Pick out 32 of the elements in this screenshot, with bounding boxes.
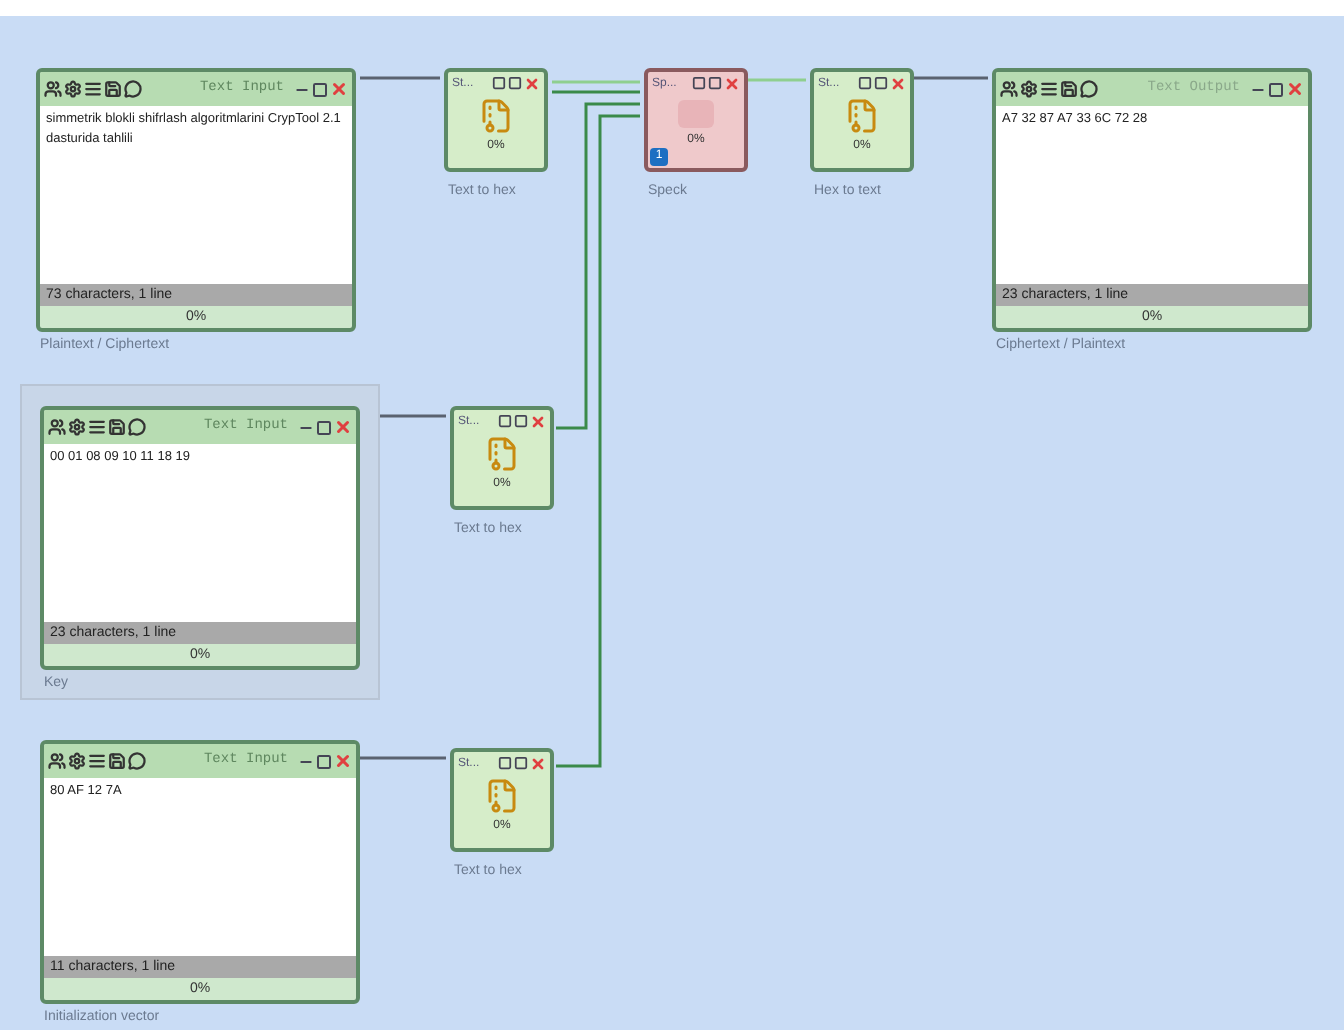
maximize-icon[interactable]: [1268, 81, 1284, 97]
settings-icon[interactable]: [64, 80, 82, 98]
file-icon: [844, 98, 880, 134]
connector-line: [360, 76, 440, 80]
close-icon[interactable]: [890, 75, 906, 91]
file-icon: [478, 98, 514, 134]
settings-icon[interactable]: [68, 418, 86, 436]
close-icon[interactable]: [724, 75, 740, 91]
close-icon[interactable]: [524, 75, 540, 91]
maximize-icon[interactable]: [316, 419, 332, 435]
file-icon: [484, 778, 520, 814]
maximize-icon[interactable]: [692, 76, 706, 90]
connector-line: [914, 76, 988, 80]
settings-icon[interactable]: [68, 752, 86, 770]
close-icon[interactable]: [334, 418, 352, 436]
close-icon[interactable]: [1286, 80, 1304, 98]
maximize-icon[interactable]: [498, 756, 512, 770]
close-icon[interactable]: [530, 413, 546, 429]
close-icon[interactable]: [330, 80, 348, 98]
maximize-icon[interactable]: [492, 76, 506, 90]
connector-line: [748, 78, 806, 82]
settings-icon[interactable]: [1020, 80, 1038, 98]
close-icon[interactable]: [530, 755, 546, 771]
file-icon: [484, 436, 520, 472]
close-icon[interactable]: [334, 752, 352, 770]
connector-line: [552, 80, 640, 84]
connector-line: [360, 756, 446, 760]
connector-line: [552, 90, 640, 94]
maximize-icon[interactable]: [858, 76, 872, 90]
maximize-icon[interactable]: [316, 753, 332, 769]
maximize-icon[interactable]: [498, 414, 512, 428]
maximize-icon[interactable]: [312, 81, 328, 97]
